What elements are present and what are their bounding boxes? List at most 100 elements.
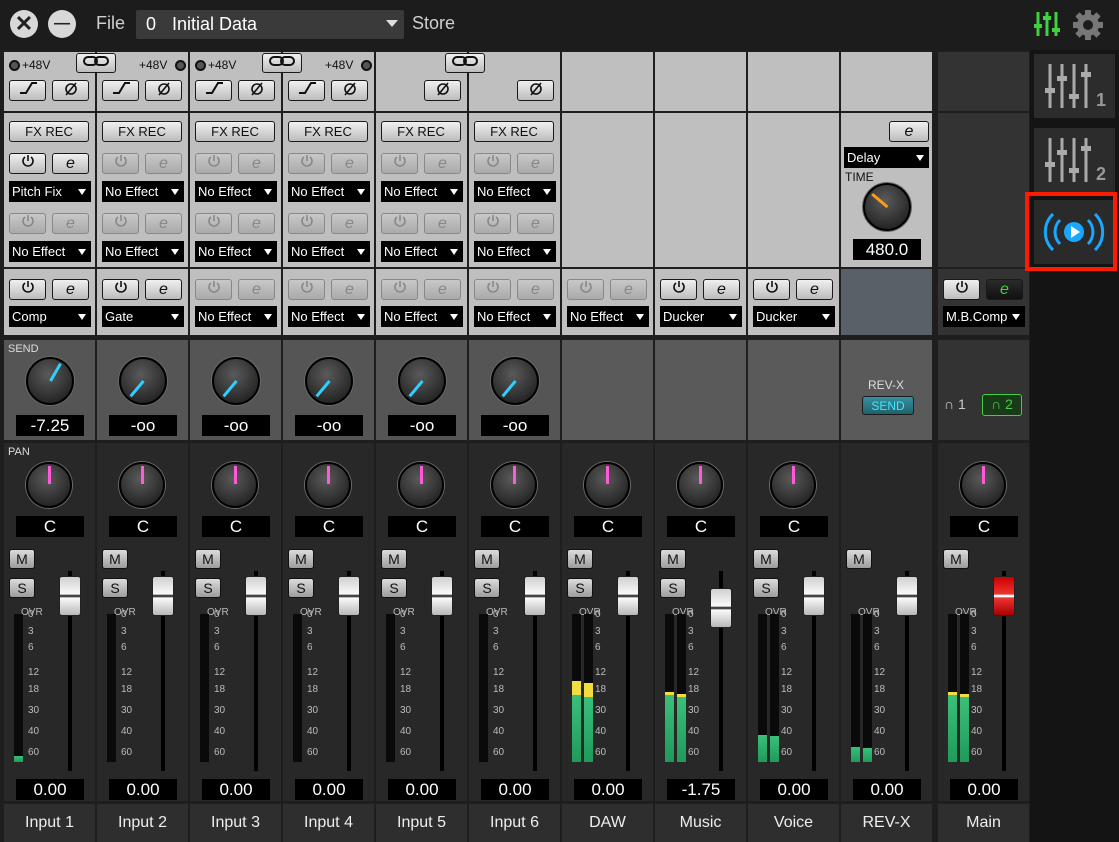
- fx1-power-button[interactable]: [102, 153, 139, 174]
- dynamics-power-button[interactable]: [567, 279, 604, 300]
- mute-button[interactable]: M: [288, 549, 314, 569]
- minimize-button[interactable]: —: [48, 10, 76, 38]
- channel-fader[interactable]: [710, 588, 732, 628]
- mixer-icon[interactable]: [1033, 10, 1061, 38]
- dynamics-edit-button[interactable]: e: [610, 279, 647, 300]
- fx2-power-button[interactable]: [102, 213, 139, 234]
- mix2-tab[interactable]: 2: [1034, 128, 1115, 192]
- phase-button[interactable]: [517, 80, 554, 101]
- revx-send-button[interactable]: SEND: [862, 396, 914, 415]
- pan-knob[interactable]: [770, 462, 816, 508]
- fx1-edit-button[interactable]: e: [517, 153, 554, 174]
- solo-button[interactable]: S: [381, 578, 407, 598]
- highpass-button[interactable]: [288, 80, 325, 101]
- fx-rec-button[interactable]: FX REC: [102, 121, 182, 142]
- delay-time-knob[interactable]: [863, 183, 911, 231]
- pan-knob[interactable]: [584, 462, 630, 508]
- monitor-2-button[interactable]: ∩ 2: [982, 394, 1022, 416]
- channel-fader[interactable]: [803, 576, 825, 616]
- highpass-button[interactable]: [102, 80, 139, 101]
- fx2-select[interactable]: No Effect: [381, 241, 463, 262]
- fx1-edit-button[interactable]: e: [238, 153, 275, 174]
- mute-button[interactable]: M: [660, 549, 686, 569]
- solo-button[interactable]: S: [474, 578, 500, 598]
- stereo-link-button[interactable]: [262, 53, 302, 73]
- fx1-edit-button[interactable]: e: [424, 153, 461, 174]
- dynamics-select[interactable]: No Effect: [195, 306, 277, 327]
- pan-knob[interactable]: [119, 462, 165, 508]
- phase-button[interactable]: [145, 80, 182, 101]
- highpass-button[interactable]: [9, 80, 46, 101]
- dynamics-select[interactable]: Ducker: [660, 306, 742, 327]
- fx1-power-button[interactable]: [381, 153, 418, 174]
- dynamics-edit-button[interactable]: e: [517, 279, 554, 300]
- dynamics-power-button[interactable]: [474, 279, 511, 300]
- dynamics-power-button[interactable]: [943, 279, 980, 300]
- dynamics-edit-button[interactable]: e: [796, 279, 833, 300]
- solo-button[interactable]: S: [567, 578, 593, 598]
- fx1-select[interactable]: No Effect: [195, 181, 277, 202]
- solo-button[interactable]: S: [102, 578, 128, 598]
- phase-button[interactable]: [424, 80, 461, 101]
- solo-button[interactable]: S: [9, 578, 35, 598]
- dynamics-power-button[interactable]: [288, 279, 325, 300]
- scene-select[interactable]: 0 Initial Data: [136, 10, 404, 39]
- highpass-button[interactable]: [195, 80, 232, 101]
- channel-fader[interactable]: [59, 576, 81, 616]
- fx1-power-button[interactable]: [195, 153, 232, 174]
- dynamics-select[interactable]: No Effect: [381, 306, 463, 327]
- close-button[interactable]: ✕: [10, 10, 38, 38]
- send-knob[interactable]: [491, 357, 539, 405]
- fx1-select[interactable]: No Effect: [102, 181, 184, 202]
- channel-fader[interactable]: [993, 576, 1015, 616]
- phase-button[interactable]: [238, 80, 275, 101]
- mix1-tab[interactable]: 1: [1034, 54, 1115, 118]
- dynamics-edit-button[interactable]: e: [52, 279, 89, 300]
- file-menu[interactable]: File: [96, 13, 125, 34]
- fx2-power-button[interactable]: [9, 213, 46, 234]
- send-knob[interactable]: [26, 357, 74, 405]
- mute-button[interactable]: M: [102, 549, 128, 569]
- fx2-select[interactable]: No Effect: [195, 241, 277, 262]
- dynamics-select[interactable]: Gate: [102, 306, 184, 327]
- dynamics-power-button[interactable]: [102, 279, 139, 300]
- fx-rec-button[interactable]: FX REC: [288, 121, 368, 142]
- pan-knob[interactable]: [305, 462, 351, 508]
- dynamics-edit-button[interactable]: e: [424, 279, 461, 300]
- channel-fader[interactable]: [431, 576, 453, 616]
- fx1-select[interactable]: No Effect: [474, 181, 556, 202]
- fx1-edit-button[interactable]: e: [145, 153, 182, 174]
- delay-type-select[interactable]: Delay: [844, 147, 929, 168]
- dynamics-select[interactable]: No Effect: [288, 306, 370, 327]
- fx1-select[interactable]: No Effect: [288, 181, 370, 202]
- fx2-edit-button[interactable]: e: [331, 213, 368, 234]
- mute-button[interactable]: M: [195, 549, 221, 569]
- mute-button[interactable]: M: [753, 549, 779, 569]
- dynamics-edit-button[interactable]: e: [331, 279, 368, 300]
- fx-rec-button[interactable]: FX REC: [474, 121, 554, 142]
- dynamics-power-button[interactable]: [381, 279, 418, 300]
- dynamics-select[interactable]: No Effect: [567, 306, 649, 327]
- fx2-edit-button[interactable]: e: [517, 213, 554, 234]
- fx2-power-button[interactable]: [288, 213, 325, 234]
- fx1-edit-button[interactable]: e: [52, 153, 89, 174]
- fx2-select[interactable]: No Effect: [474, 241, 556, 262]
- pan-knob[interactable]: [398, 462, 444, 508]
- channel-fader[interactable]: [896, 576, 918, 616]
- fx-rec-button[interactable]: FX REC: [381, 121, 461, 142]
- solo-button[interactable]: S: [288, 578, 314, 598]
- pan-knob[interactable]: [26, 462, 72, 508]
- pan-knob[interactable]: [212, 462, 258, 508]
- fx2-edit-button[interactable]: e: [424, 213, 461, 234]
- dynamics-edit-button[interactable]: e: [145, 279, 182, 300]
- channel-fader[interactable]: [617, 576, 639, 616]
- send-knob[interactable]: [212, 357, 260, 405]
- fx2-select[interactable]: No Effect: [288, 241, 370, 262]
- stereo-link-button[interactable]: [76, 53, 116, 73]
- mute-button[interactable]: M: [381, 549, 407, 569]
- phase-button[interactable]: [331, 80, 368, 101]
- fx-rec-button[interactable]: FX REC: [195, 121, 275, 142]
- channel-fader[interactable]: [338, 576, 360, 616]
- fx2-power-button[interactable]: [474, 213, 511, 234]
- dynamics-select[interactable]: Comp: [9, 306, 91, 327]
